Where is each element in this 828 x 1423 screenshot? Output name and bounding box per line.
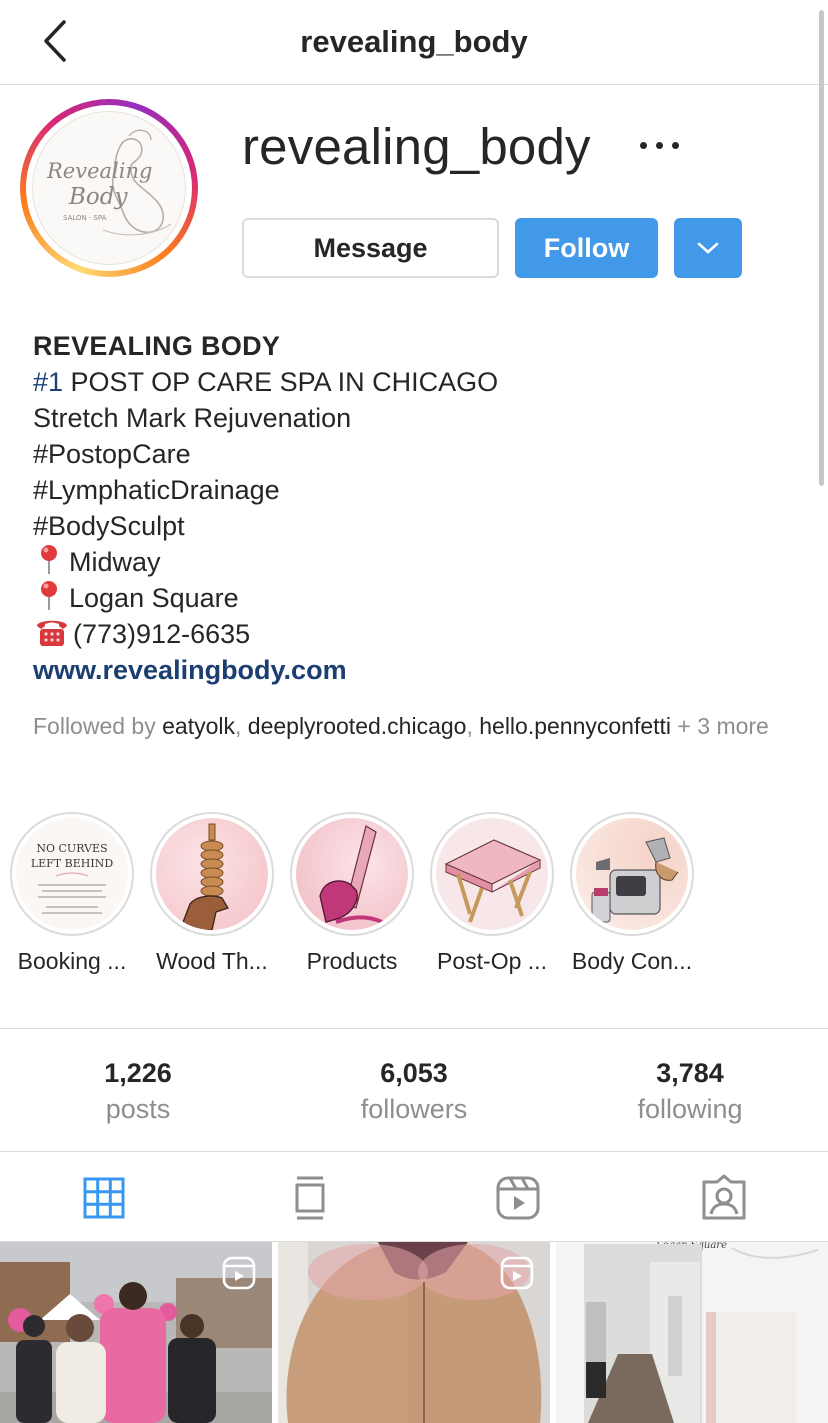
tab-feed[interactable] <box>286 1174 334 1222</box>
bio-phone: (773)912-6635 <box>33 616 793 652</box>
bio-location-1: Midway <box>33 544 793 580</box>
highlight-wood-therapy[interactable]: Wood Th... <box>150 812 274 975</box>
tab-reels[interactable] <box>494 1174 542 1222</box>
avatar-logo-text-3: SALON · SPA <box>63 214 107 222</box>
highlight-products[interactable]: Products <box>290 812 414 975</box>
bio-line-2: Stretch Mark Rejuvenation <box>33 403 352 433</box>
bio-hashtag-link[interactable]: #1 <box>33 367 63 397</box>
tagged-icon <box>702 1174 746 1220</box>
profile-username: revealing_body <box>242 118 591 175</box>
post-thumbnail[interactable] <box>0 1242 272 1423</box>
reel-icon <box>222 1256 256 1290</box>
follow-button[interactable]: Follow <box>515 218 658 278</box>
posts-stat[interactable]: 1,226 posts <box>0 1057 276 1129</box>
highlight-cover <box>576 818 688 930</box>
scrollbar-thumb[interactable] <box>819 10 824 486</box>
post-thumbnail[interactable]: Logan Square <box>556 1242 828 1423</box>
bio-phone-text: (773)912-6635 <box>73 619 251 649</box>
followers-label: followers <box>360 1094 468 1124</box>
telephone-icon <box>33 616 73 646</box>
post-thumbnail[interactable] <box>278 1242 550 1423</box>
reels-icon <box>496 1176 540 1220</box>
profile-bio: REVEALING BODY #1 POST OP CARE SPA IN CH… <box>33 328 793 688</box>
bio-website-link[interactable]: www.revealingbody.com <box>33 652 793 688</box>
feed-icon <box>295 1176 325 1220</box>
tab-grid[interactable] <box>80 1174 128 1222</box>
bio-line-1: #1 POST OP CARE SPA IN CHICAGO <box>33 364 793 400</box>
tab-tagged[interactable] <box>700 1174 748 1222</box>
highlight-cover-text-2: LEFT BEHIND <box>31 857 113 870</box>
bio-line-3: #PostopCare <box>33 439 191 469</box>
bio-location-1-text: Midway <box>69 547 161 577</box>
highlight-cover-text-1: NO CURVES <box>36 842 107 855</box>
follower-link[interactable]: deeplyrooted.chicago <box>248 713 467 739</box>
highlight-cover <box>156 818 268 930</box>
posts-count: 1,226 <box>104 1058 172 1088</box>
followers-count: 6,053 <box>380 1058 448 1088</box>
highlight-body-contouring[interactable]: Body Con... <box>570 812 694 975</box>
bio-line-5: #BodySculpt <box>33 511 185 541</box>
profile-tabs <box>0 1152 828 1242</box>
following-count: 3,784 <box>656 1058 724 1088</box>
bio-location-2: Logan Square <box>33 580 793 616</box>
highlight-label: Booking ... <box>17 948 127 974</box>
page-title: revealing_body <box>300 24 528 59</box>
followers-stat[interactable]: 6,053 followers <box>276 1057 552 1129</box>
followed-by-text[interactable]: Followed by eatyolk, deeplyrooted.chicag… <box>33 710 803 742</box>
avatar-logo-text-2: Body <box>68 184 128 210</box>
follower-link[interactable]: hello.pennyconfetti <box>479 713 671 739</box>
highlight-cover: NO CURVES LEFT BEHIND <box>16 818 128 930</box>
grid-icon <box>83 1177 125 1219</box>
pushpin-icon <box>33 580 69 610</box>
bio-line-4: #LymphaticDrainage <box>33 475 280 505</box>
highlight-cover <box>296 818 408 930</box>
highlight-post-op[interactable]: Post-Op ... <box>430 812 554 975</box>
story-highlights: NO CURVES LEFT BEHIND Booking ... Wood T… <box>0 812 828 992</box>
top-bar: revealing_body <box>0 0 828 85</box>
suggested-accounts-button[interactable] <box>674 218 742 278</box>
post-grid: Logan Square <box>0 1242 828 1423</box>
profile-avatar[interactable]: Revealing Body SALON · SPA <box>20 99 198 277</box>
posts-label: posts <box>105 1094 171 1124</box>
highlight-label: Wood Th... <box>156 948 268 974</box>
highlight-booking[interactable]: NO CURVES LEFT BEHIND Booking ... <box>10 812 134 975</box>
bio-location-2-text: Logan Square <box>69 583 239 613</box>
message-button[interactable]: Message <box>242 218 499 278</box>
highlight-label: Post-Op ... <box>437 948 547 974</box>
avatar-logo: Revealing Body SALON · SPA <box>32 111 186 265</box>
following-label: following <box>637 1094 743 1124</box>
highlight-label: Body Con... <box>571 948 693 974</box>
profile-stats: 1,226 posts 6,053 followers 3,784 follow… <box>0 1028 828 1152</box>
avatar-logo-text-1: Revealing <box>46 159 152 183</box>
highlight-cover <box>436 818 548 930</box>
following-stat[interactable]: 3,784 following <box>552 1057 828 1129</box>
pushpin-icon <box>33 544 69 574</box>
reel-icon <box>500 1256 534 1290</box>
bio-line-1-text: POST OP CARE SPA IN CHICAGO <box>63 367 499 397</box>
highlight-label: Products <box>306 948 398 974</box>
bio-display-name: REVEALING BODY <box>33 331 281 361</box>
follower-link[interactable]: eatyolk <box>162 713 235 739</box>
chevron-down-icon <box>697 242 719 254</box>
more-options-icon[interactable] <box>636 128 684 162</box>
